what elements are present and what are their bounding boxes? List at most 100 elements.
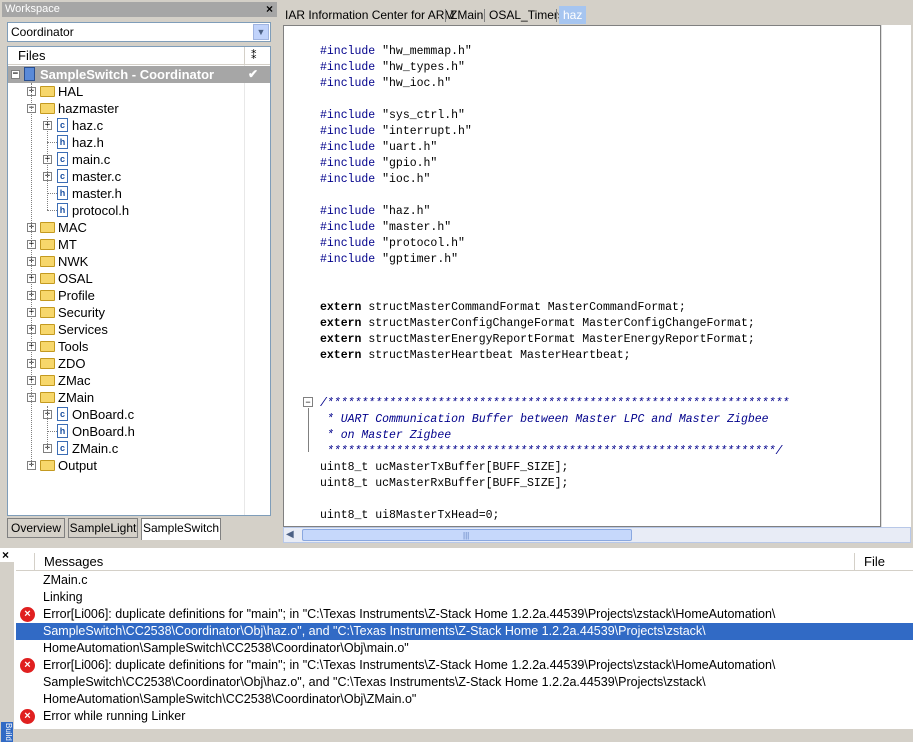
scroll-left-icon[interactable]: ◀ [286,529,294,540]
error-message-row[interactable]: × Error[Li006]: duplicate definitions for… [16,606,913,623]
code-line: #include "gpio.h" [320,156,437,172]
code-comment: ****************************************… [320,445,783,458]
code-editor[interactable]: #include "hw_memmap.h" #include "hw_types… [283,25,881,527]
options-icon[interactable]: ⁑ [251,47,257,65]
code-text: "gpio.h" [375,157,438,170]
close-icon[interactable]: × [266,2,273,17]
tree-label: SampleSwitch - Coordinator [40,67,215,82]
code-line: /***************************************… [320,396,789,412]
extern-keyword: extern [320,349,362,362]
tree-label: haz.h [72,135,104,150]
tree-folder[interactable]: − ZMain [8,389,270,406]
messages-column-header[interactable]: Messages [44,553,103,571]
messages-header: Messages File [16,553,913,571]
tree-root[interactable]: − SampleSwitch - Coordinator ✔ [8,66,270,83]
tab-overview[interactable]: Overview [7,518,65,538]
tree-folder[interactable]: + MT [8,236,270,253]
error-icon: × [20,607,35,622]
message-row[interactable]: ZMain.c [16,572,913,589]
file-column-header[interactable]: File [864,553,885,571]
code-line: * UART Communication Buffer between Mast… [320,412,769,428]
tab-divider [484,9,485,22]
chevron-down-icon[interactable]: ▼ [253,24,269,40]
close-icon[interactable]: × [2,548,9,562]
header-divider [244,47,245,65]
preprocessor-keyword: #include [320,61,376,74]
tree-folder[interactable]: + ZMac [8,372,270,389]
tab-zmain[interactable]: ZMain [450,6,483,24]
editor-panel: IAR Information Center for ARM ZMain OSA… [281,0,913,545]
collapse-icon[interactable]: − [11,70,20,79]
code-line: extern structMasterCommandFormat MasterC… [320,300,686,316]
code-text: "ioc.h" [375,173,431,186]
tree-folder[interactable]: + Security [8,304,270,321]
project-icon [24,67,35,81]
code-text: "hw_types.h" [375,61,465,74]
code-line: #include "hw_types.h" [320,60,465,76]
tab-iar-information-center[interactable]: IAR Information Center for ARM [285,6,454,24]
code-text: structMasterEnergyReportFormat MasterEne… [361,333,755,346]
code-line: #include "protocol.h" [320,236,465,252]
message-text: Error[Li006]: duplicate definitions for … [43,607,776,621]
configuration-select[interactable]: Coordinator ▼ [7,22,271,42]
editor-tabs: IAR Information Center for ARM ZMain OSA… [281,4,913,24]
error-icon: × [20,658,35,673]
fold-marker-icon[interactable]: − [303,397,313,407]
message-row[interactable]: SampleSwitch\CC2538\Coordinator\Obj\haz.… [16,674,913,691]
tree-connector [47,142,57,143]
tree-label: master.h [72,186,122,201]
preprocessor-keyword: #include [320,45,376,58]
tree-folder[interactable]: + NWK [8,253,270,270]
editor-margin [881,25,911,527]
scrollbar-thumb[interactable]: ||| [302,529,632,541]
tab-samplelight[interactable]: SampleLight [68,518,138,538]
tree-folder[interactable]: + Services [8,321,270,338]
error-icon: × [20,709,35,724]
tree-folder[interactable]: − hazmaster [8,100,270,117]
tree-label: ZMain.c [72,441,119,456]
horizontal-scrollbar[interactable]: ◀ ||| [283,527,911,543]
tree-label: protocol.h [72,203,130,218]
error-message-row[interactable]: × Error[Li006]: duplicate definitions for… [16,657,913,674]
tree-connector [31,83,32,465]
tree-folder[interactable]: + Output [8,457,270,474]
tab-haz[interactable]: haz [559,6,587,24]
message-row[interactable]: HomeAutomation\SampleSwitch\CC2538\Coord… [16,640,913,657]
tab-divider [556,9,557,22]
code-text: structMasterHeartbeat MasterHeartbeat; [361,349,631,362]
tree-folder[interactable]: + Profile [8,287,270,304]
preprocessor-keyword: #include [320,157,376,170]
code-comment: /***************************************… [320,397,790,410]
code-text: "hw_memmap.h" [375,45,472,58]
files-header: Files ⁑ [8,47,270,65]
code-line: #include "interrupt.h" [320,124,472,140]
message-row[interactable]: Linking [16,589,913,606]
error-message-row[interactable]: × Error while running Linker [16,708,913,725]
message-row[interactable]: SampleSwitch\CC2538\Coordinator\Obj\haz.… [16,623,913,640]
folder-icon [40,324,55,335]
tree-folder[interactable]: + MAC [8,219,270,236]
tree-folder[interactable]: + HAL [8,83,270,100]
tree-folder[interactable]: + Tools [8,338,270,355]
message-row[interactable]: HomeAutomation\SampleSwitch\CC2538\Coord… [16,691,913,708]
tree-label: Output [58,458,98,473]
tree-folder[interactable]: + OSAL [8,270,270,287]
h-file-icon: h [57,135,68,149]
folder-icon [40,341,55,352]
tree-folder[interactable]: + ZDO [8,355,270,372]
workspace-title-bar: Workspace × [2,2,277,17]
side-tab-build[interactable]: Build [1,722,13,742]
tree-label: ZMain [58,390,95,405]
code-text: structMasterConfigChangeFormat MasterCon… [361,317,755,330]
header-divider [854,553,855,571]
header-divider [34,553,35,571]
tree-label: hazmaster [58,101,119,116]
tree-connector [47,193,57,194]
tab-sampleswitch[interactable]: SampleSwitch [141,518,221,540]
folder-icon [40,307,55,318]
c-file-icon: c [57,152,68,166]
folder-icon [40,103,55,114]
tab-osal-timers[interactable]: OSAL_Timers [489,6,564,24]
preprocessor-keyword: #include [320,125,376,138]
tree-connector [47,117,48,210]
